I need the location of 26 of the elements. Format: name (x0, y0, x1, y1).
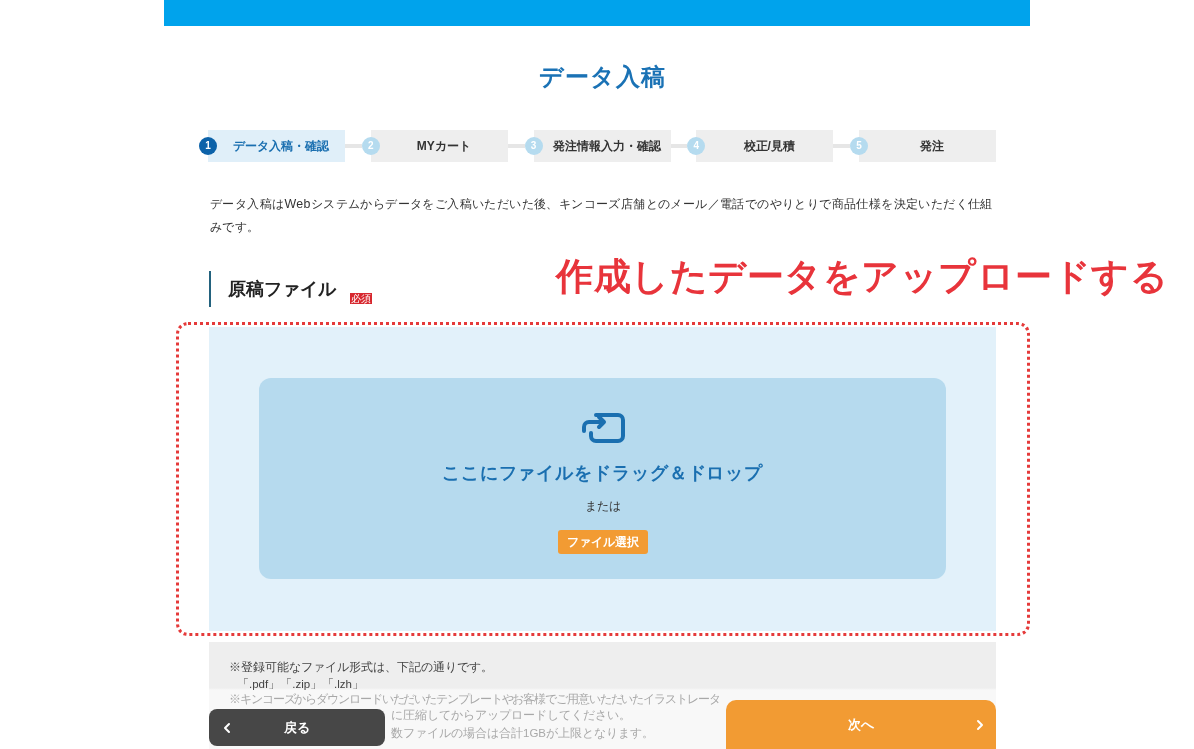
page-title: データ入稿 (539, 63, 666, 91)
step-number: 2 (361, 137, 380, 155)
drop-zone[interactable]: ここにファイルをドラッグ＆ドロップ または ファイル選択 (259, 378, 946, 579)
annotation-text: 作成したデータをアップロードする (556, 255, 1168, 299)
drop-zone-title: ここにファイルをドラッグ＆ドロップ (441, 462, 764, 485)
back-button[interactable]: 戻る (209, 709, 385, 746)
note-text: 「.pdf」「.zip」「.lzh」 (237, 677, 364, 692)
step-tab[interactable]: 1 データ入稿・確認 (199, 130, 345, 162)
step-number: 1 (199, 137, 217, 155)
step-tab[interactable]: 5 発注 (850, 130, 996, 162)
step-number: 4 (687, 137, 706, 155)
note-text: 数ファイルの場合は合計1GBが上限となります。 (391, 726, 654, 742)
heading-accent-bar (209, 271, 211, 307)
step-tab[interactable]: 3 発注情報入力・確認 (524, 130, 671, 162)
note-text: ※キンコーズからダウンロードいただいたテンプレートやお客様でご用意いただいたイラストレータ (229, 693, 720, 706)
intro-text: データ入稿はWebシステムからデータをご入稿いただいた後、キンコーズ店舗とのメール／電話でのやりとりで商品仕様を決定いただく仕組みです。 (210, 196, 994, 236)
step-tab[interactable]: 4 校正/見積 (687, 130, 834, 162)
section-title: 原稿ファイル (228, 278, 336, 301)
step-number: 5 (850, 137, 868, 155)
step-number: 3 (524, 137, 543, 155)
note-text: に圧縮してからアップロードしてください。 (391, 708, 631, 723)
upload-arrow-icon (580, 412, 625, 443)
required-badge: 必須 (350, 293, 372, 304)
step-tab[interactable]: 2 MYカート (361, 130, 508, 162)
separator-text: または (584, 498, 621, 514)
note-text: ※登録可能なファイル形式は、下記の通りです。 (229, 660, 493, 676)
